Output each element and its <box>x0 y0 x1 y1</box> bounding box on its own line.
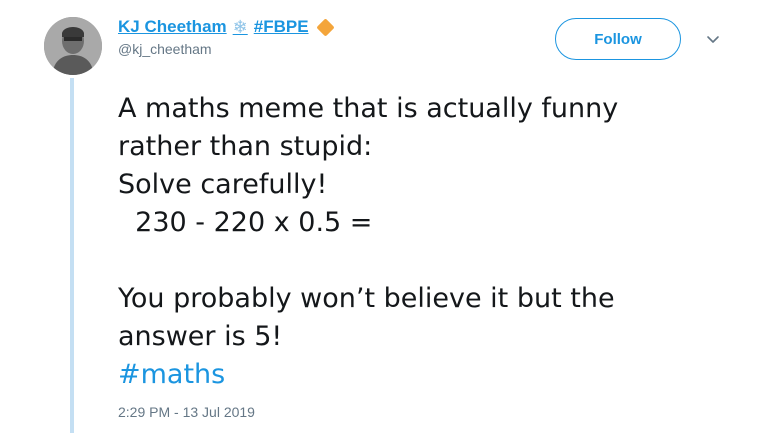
author-name-suffix[interactable]: #FBPE <box>254 16 309 38</box>
author-handle[interactable]: @kj_cheetham <box>118 41 332 57</box>
tweet-text-line: answer is 5! <box>118 321 283 352</box>
tweet-text-line <box>118 242 738 280</box>
author-display-name[interactable]: KJ Cheetham <box>118 16 227 38</box>
snowflake-icon: ❄ <box>232 17 248 37</box>
diamond-icon <box>315 17 335 37</box>
avatar[interactable] <box>44 17 102 75</box>
tweet-text-line: You probably won’t believe it but the <box>118 283 615 314</box>
tweet-text-line: 230 - 220 x 0.5 = <box>118 207 373 238</box>
author-name-link[interactable]: KJ Cheetham ❄ #FBPE <box>118 16 335 38</box>
tweet-timestamp[interactable]: 2:29 PM - 13 Jul 2019 <box>118 404 255 420</box>
tweet-header: KJ Cheetham ❄ #FBPE @kj_cheetham <box>118 16 335 57</box>
chevron-down-icon[interactable] <box>704 30 722 48</box>
tweet-card: KJ Cheetham ❄ #FBPE @kj_cheetham Follow … <box>0 0 770 433</box>
follow-button[interactable]: Follow <box>555 18 681 60</box>
tweet-text-line: rather than stupid: <box>118 131 373 162</box>
thread-line <box>70 78 74 433</box>
tweet-text-line: A maths meme that is actually funny <box>118 93 619 124</box>
tweet-text-line: Solve carefully! <box>118 169 328 200</box>
hashtag-link[interactable]: #maths <box>118 356 738 394</box>
tweet-text: A maths meme that is actually funny rath… <box>118 90 738 394</box>
